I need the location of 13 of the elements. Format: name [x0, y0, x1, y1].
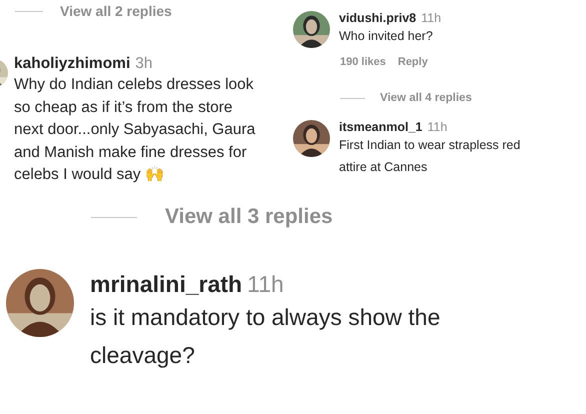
- comment-text: is it mandatory to always show the cleavage?: [90, 303, 440, 370]
- likes-count: 190 likes: [340, 56, 386, 68]
- timestamp: 11h: [247, 271, 284, 298]
- username-link[interactable]: vidushi.priv8: [339, 11, 416, 25]
- comment-text: First Indian to wear strapless red attire at Cannes: [339, 137, 520, 176]
- username-link[interactable]: itsmeanmol_1: [339, 120, 422, 134]
- comment-text: Who invited her?: [339, 28, 434, 45]
- username-link[interactable]: kaholiyzhimomi: [14, 55, 130, 73]
- timestamp: 11h: [421, 11, 442, 25]
- comment-text: Why do Indian celebs dresses look so cheap as if it’s from the store next door...only Sabyasachi, Gaura and Manish make fine dresses for celebs I would say 🙌: [14, 75, 256, 185]
- username-link[interactable]: mrinalini_rath: [90, 271, 242, 298]
- timestamp: 3h: [135, 55, 153, 73]
- timestamp: 11h: [427, 120, 448, 134]
